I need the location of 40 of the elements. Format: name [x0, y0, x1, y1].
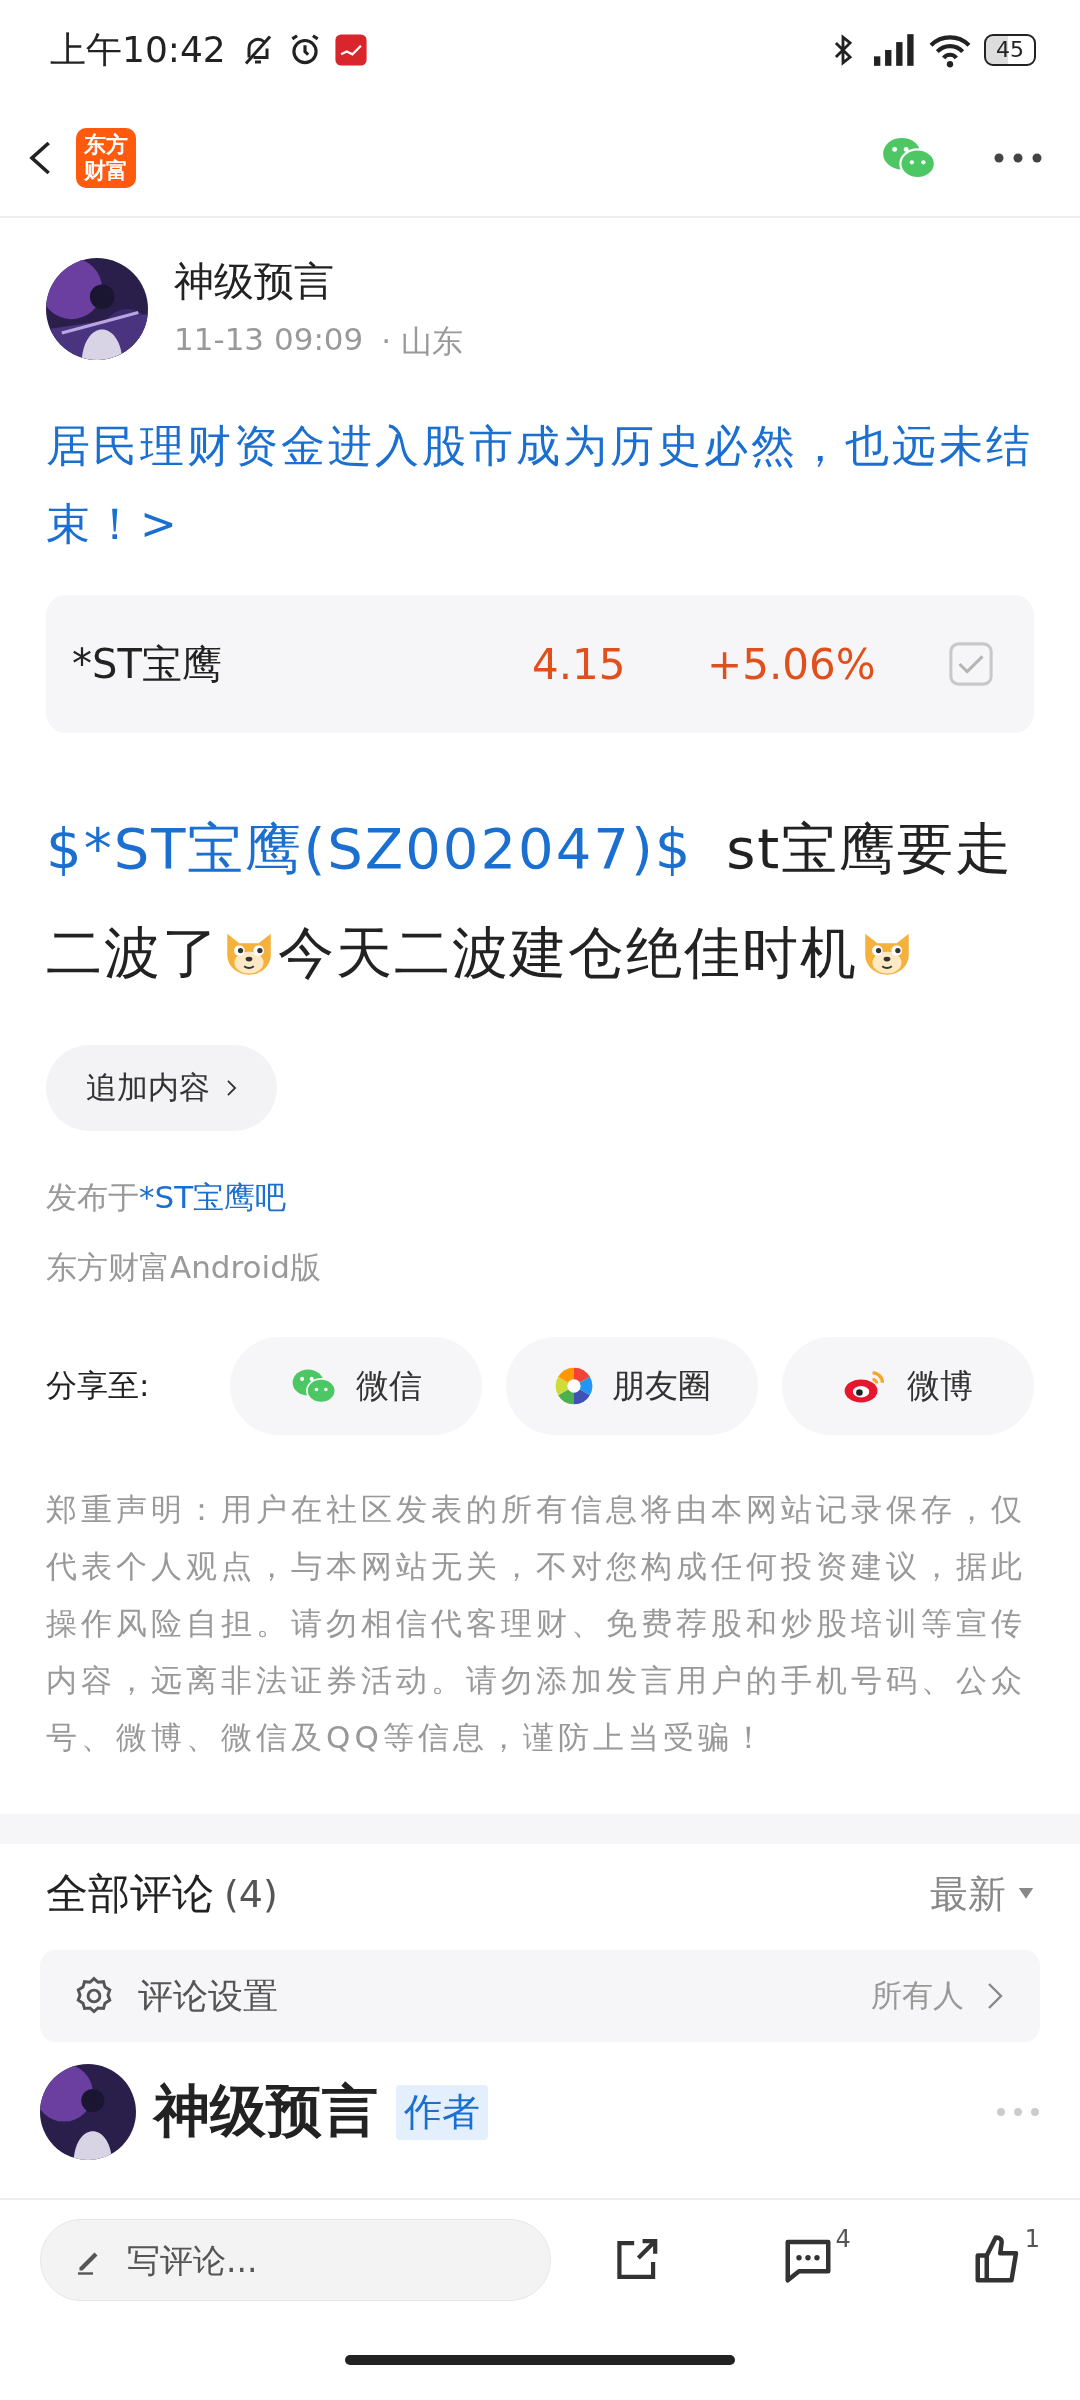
status-time: 上午10:42: [50, 27, 226, 72]
stock-quote-card[interactable]: *ST宝鹰 4.15 +5.06%: [46, 595, 1034, 733]
comments-title: 全部评论: [46, 1868, 214, 1920]
chevron-right-icon: [226, 1079, 237, 1097]
caret-down-icon: [1018, 1888, 1034, 1900]
app-notification-icon: [333, 33, 368, 67]
aperture-icon: [553, 1366, 594, 1406]
published-in-label: 发布于: [46, 1179, 139, 1215]
watchlist-checkbox[interactable]: [948, 641, 994, 687]
comment-settings-row[interactable]: 评论设置 所有人: [40, 1950, 1040, 2042]
comments-count: (4): [224, 1872, 278, 1916]
share-button[interactable]: 微博: [782, 1337, 1034, 1435]
stock-link[interactable]: $*ST宝鹰(SZ002047)$: [46, 816, 693, 881]
chat-bubbles-icon: [290, 1367, 338, 1405]
comment-settings-label: 评论设置: [138, 1974, 278, 2018]
post-location: · 山东: [381, 322, 463, 361]
stock-change: +5.06%: [707, 639, 877, 689]
disclaimer-text: 郑重声明：用户在社区发表的所有信息将由本网站记录保存，仅代表个人观点，与本网站无关，不对您构成任何投资建议，据此操作风险自担。请勿相信代客理财、免费荐股和炒股培训等宣传内容，远离非法证券活动。请勿添加发言用户的手机号码、公众号、微博、微信及QQ等信息，谨防上当受骗！: [46, 1490, 1027, 1757]
sort-dropdown[interactable]: 最新: [924, 1867, 1040, 1921]
author-badge: 作者: [396, 2084, 488, 2140]
post-time: 11-13 09:09: [174, 321, 364, 359]
app-logo: 东方 财富: [76, 128, 136, 188]
post-source: 东方财富Android版: [46, 1248, 322, 1287]
comment-input-field[interactable]: 写评论...: [40, 2219, 551, 2301]
forum-link[interactable]: *ST宝鹰吧: [139, 1179, 287, 1215]
article-title-link[interactable]: 居民理财资金进入股市成为历史必然，也远未结束！>: [0, 363, 1080, 563]
comment-settings-value: 所有人: [871, 1976, 964, 2015]
battery-indicator: 45: [984, 34, 1036, 66]
share-label: 分享至:: [46, 1366, 151, 1405]
stock-price: 4.15: [532, 639, 627, 689]
share-button[interactable]: 微信: [230, 1337, 482, 1435]
more-icon[interactable]: [992, 152, 1044, 164]
like-count: 1: [1024, 2225, 1040, 2253]
comment-count: 4: [835, 2225, 851, 2253]
post-body: $*ST宝鹰(SZ002047)$ st宝鹰要走二波了 今天二波建仓绝佳时机: [46, 815, 1015, 987]
author-name[interactable]: 神级预言: [174, 254, 463, 309]
add-content-button[interactable]: 追加内容: [46, 1045, 277, 1131]
stock-name: *ST宝鹰: [72, 639, 223, 689]
share-button[interactable]: 朋友圈: [506, 1337, 758, 1435]
comment-author[interactable]: 神级预言: [154, 2074, 378, 2150]
